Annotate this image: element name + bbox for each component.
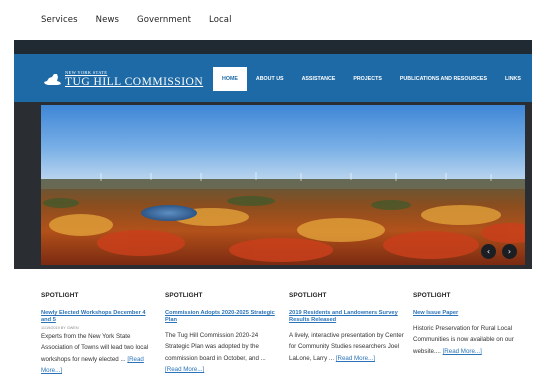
spotlight-heading: SPOTLIGHT: [165, 292, 203, 299]
top-dark-band: [14, 40, 532, 54]
spotlight-heading: SPOTLIGHT: [41, 292, 79, 299]
state-nav-local[interactable]: Local: [209, 15, 232, 25]
nav-publications-and-resources[interactable]: PUBLICATIONS AND RESOURCES: [400, 67, 487, 91]
logo-title: TUG HILL COMMISSION: [65, 75, 204, 88]
spotlight-title-link[interactable]: New Issue Paper: [413, 310, 529, 317]
autumn-landscape-image: [41, 105, 525, 265]
spotlight-title-link[interactable]: Commission Adopts 2020-2025 Strategic Pl…: [165, 310, 281, 324]
read-more-link[interactable]: [Read More...]: [336, 355, 375, 362]
state-nav-government[interactable]: Government: [137, 15, 191, 25]
spotlight-meta: 11/19/2019 BY GWEN: [41, 326, 79, 330]
hero-slider: ‹ ›: [14, 102, 532, 269]
slide-image: [41, 105, 525, 265]
state-nav-news[interactable]: News: [96, 15, 119, 25]
site-logo[interactable]: NEW YORK STATE TUG HILL COMMISSION: [42, 70, 204, 88]
spotlight-card: SPOTLIGHT Commission Adopts 2020-2025 St…: [165, 292, 281, 376]
spotlight-card: SPOTLIGHT New Issue Paper Historic Prese…: [413, 292, 529, 357]
spotlight-body: The Tug Hill Commission 2020-24 Strategi…: [165, 332, 266, 362]
spotlight-excerpt: Experts from the New York State Associat…: [41, 331, 157, 377]
spotlight-card: SPOTLIGHT 2019 Residents and Landowners …: [289, 292, 405, 364]
nav-links[interactable]: LINKS: [505, 67, 521, 91]
spotlight-card: SPOTLIGHT Newly Elected Workshops Decemb…: [41, 292, 157, 377]
spotlight-excerpt: A lively, interactive presentation by Ce…: [289, 330, 405, 364]
spotlight-title-link[interactable]: 2019 Residents and Landowners Survey Res…: [289, 310, 405, 324]
state-nav-services[interactable]: Services: [41, 15, 78, 25]
read-more-link[interactable]: [Read More...]: [443, 348, 482, 355]
chevron-left-icon[interactable]: ‹: [481, 244, 496, 259]
spotlight-heading: SPOTLIGHT: [289, 292, 327, 299]
spotlight-excerpt: The Tug Hill Commission 2020-24 Strategi…: [165, 330, 281, 376]
spotlight-title-link[interactable]: Newly Elected Workshops December 4 and 5: [41, 310, 157, 324]
state-nav: Services News Government Local: [0, 0, 546, 40]
nav-home[interactable]: HOME: [213, 67, 247, 91]
nav-about-us[interactable]: ABOUT US: [256, 67, 284, 91]
new-york-state-map-icon: [44, 73, 61, 85]
spotlight-excerpt: Historic Preservation for Rural Local Co…: [413, 323, 529, 357]
spotlight-section: SPOTLIGHT Newly Elected Workshops Decemb…: [41, 292, 521, 377]
nav-projects[interactable]: PROJECTS: [353, 67, 382, 91]
spotlight-heading: SPOTLIGHT: [413, 292, 451, 299]
logo-subtitle: NEW YORK STATE: [65, 70, 108, 75]
nav-assistance[interactable]: ASSISTANCE: [302, 67, 336, 91]
main-nav: HOME ABOUT US ASSISTANCE PROJECTS PUBLIC…: [213, 67, 539, 91]
chevron-right-icon[interactable]: ›: [502, 244, 517, 259]
read-more-link[interactable]: [Read More...]: [165, 366, 204, 373]
site-header: NEW YORK STATE TUG HILL COMMISSION HOME …: [14, 54, 532, 102]
